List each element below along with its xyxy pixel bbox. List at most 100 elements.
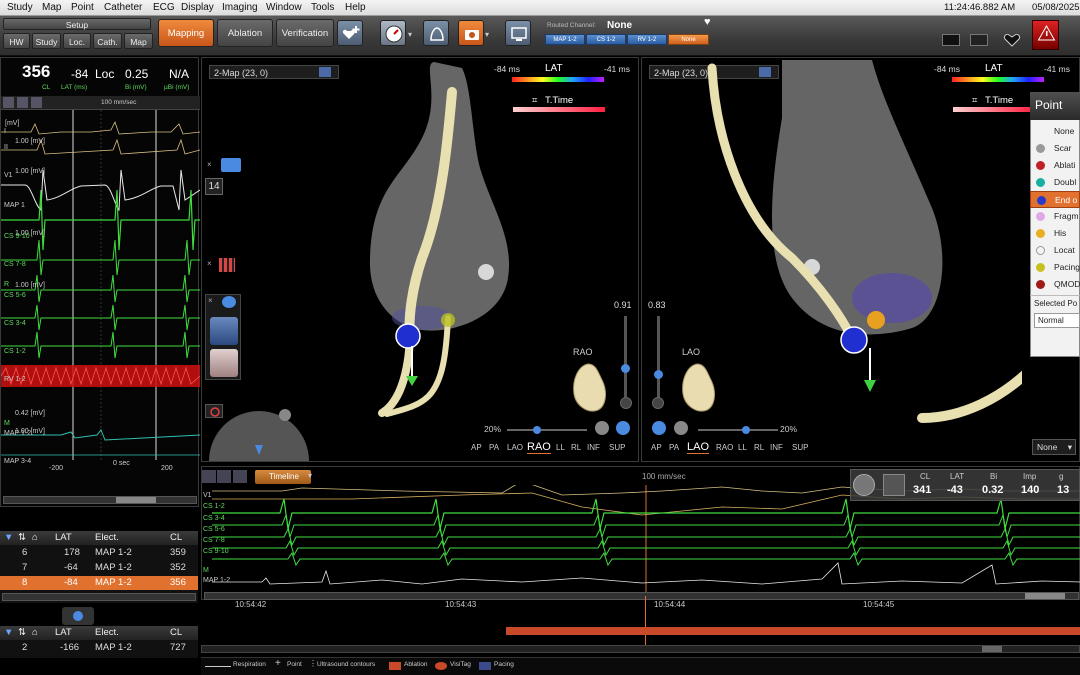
grid-tool[interactable]: × xyxy=(207,258,237,274)
ecg-scrollbar[interactable] xyxy=(3,496,197,504)
menu-window[interactable]: Window xyxy=(266,2,302,13)
map-menu-icon[interactable] xyxy=(319,67,331,77)
view-lao-active[interactable]: LAO xyxy=(687,441,710,454)
view-ll[interactable]: LL xyxy=(738,443,747,452)
heart-plus-icon[interactable] xyxy=(337,20,363,46)
tag-icon[interactable]: ⌂ xyxy=(32,532,38,543)
map-view-right[interactable]: 2-Map (23, 0) -84 ms LAT -41 ms ⌗ T.Time… xyxy=(641,57,1080,462)
point-type-fragm[interactable]: Fragm xyxy=(1030,208,1080,225)
rotate-icon[interactable] xyxy=(595,421,609,435)
scrollbar-thumb[interactable] xyxy=(116,497,156,503)
menu-map[interactable]: Map xyxy=(42,2,61,13)
compass-widget[interactable] xyxy=(207,403,311,461)
gauge-icon[interactable] xyxy=(380,20,406,46)
menu-imaging[interactable]: Imaging xyxy=(222,2,258,13)
scrollbar-thumb[interactable] xyxy=(982,646,1002,652)
catheter-icon[interactable] xyxy=(221,158,241,172)
time-cursor[interactable] xyxy=(645,596,646,646)
view-ap[interactable]: AP xyxy=(651,443,662,452)
orientation-heart-icon[interactable] xyxy=(566,360,610,416)
sort-icon[interactable]: ⇅ xyxy=(18,532,26,543)
settings-icon[interactable] xyxy=(233,470,247,483)
table-row[interactable]: 2 -166 MAP 1-2 727 xyxy=(0,641,198,655)
view-rl[interactable]: RL xyxy=(754,443,764,452)
routed-chip-cs[interactable]: CS 1-2 xyxy=(586,34,626,45)
camera-icon[interactable] xyxy=(458,20,484,46)
point-type-double[interactable]: Doubl xyxy=(1030,174,1080,191)
point-type-ablation[interactable]: Ablati xyxy=(1030,157,1080,174)
cath-button[interactable]: Cath. xyxy=(93,33,122,49)
map-button[interactable]: Map xyxy=(124,33,153,49)
col-elect[interactable]: Elect. xyxy=(95,627,119,638)
loc-button[interactable]: Loc. xyxy=(63,33,91,49)
heart-points-icon[interactable] xyxy=(210,349,238,377)
menu-display[interactable]: Display xyxy=(181,2,214,13)
verification-mode-button[interactable]: Verification xyxy=(276,19,334,47)
opacity-slider[interactable] xyxy=(654,316,663,406)
table-row[interactable]: 6 178 MAP 1-2 359 xyxy=(0,546,198,560)
menu-catheter[interactable]: Catheter xyxy=(104,2,142,13)
view-rao-active[interactable]: RAO xyxy=(527,441,551,454)
view-pa[interactable]: PA xyxy=(669,443,679,452)
orientation-heart-icon[interactable] xyxy=(675,360,719,416)
menu-point[interactable]: Point xyxy=(71,2,94,13)
crosshair-icon[interactable] xyxy=(853,474,875,496)
point-type-qmod[interactable]: QMOD xyxy=(1030,276,1080,293)
close-icon[interactable]: × xyxy=(207,259,212,268)
close-icon[interactable]: × xyxy=(207,160,212,169)
point-type-location[interactable]: Locat xyxy=(1030,242,1080,259)
chevron-down-icon[interactable]: ▾ xyxy=(485,30,489,39)
view-sup[interactable]: SUP xyxy=(609,443,625,452)
table-row-selected[interactable]: 8 -84 MAP 1-2 356 xyxy=(0,576,198,590)
heart-map-3d[interactable] xyxy=(702,58,1022,458)
chevron-down-icon[interactable] xyxy=(652,397,664,409)
slider-thumb[interactable] xyxy=(654,370,663,379)
menu-tools[interactable]: Tools xyxy=(311,2,334,13)
rotate-icon[interactable] xyxy=(674,421,688,435)
col-lat[interactable]: LAT xyxy=(55,627,72,638)
monitor-icon[interactable] xyxy=(505,20,531,46)
point-type-pacing[interactable]: Pacing xyxy=(1030,259,1080,276)
timeline-scrollbar[interactable] xyxy=(204,592,1079,600)
view-dropdown[interactable]: None ▾ xyxy=(1032,439,1076,455)
menu-ecg[interactable]: ECG xyxy=(153,2,175,13)
tag-icon[interactable]: ⌂ xyxy=(32,627,38,638)
ablation-mode-button[interactable]: Ablation xyxy=(217,19,273,47)
zoom-icon[interactable] xyxy=(217,470,231,483)
slider-thumb[interactable] xyxy=(742,426,750,434)
point-type-none[interactable]: None xyxy=(1030,123,1080,140)
time-scrollbar[interactable] xyxy=(201,645,1080,653)
slider-thumb[interactable] xyxy=(621,364,630,373)
gear-icon[interactable] xyxy=(222,296,236,308)
filter-icon[interactable]: ▼ xyxy=(4,627,13,638)
opacity-slider[interactable] xyxy=(621,316,630,406)
waveform-icon[interactable] xyxy=(3,97,14,108)
shell-toggle-icon[interactable] xyxy=(210,317,238,345)
mapping-mode-button[interactable]: Mapping xyxy=(158,19,214,47)
zoom-slider[interactable] xyxy=(507,426,587,434)
view-inf[interactable]: INF xyxy=(770,443,783,452)
reset-view-icon[interactable] xyxy=(652,421,666,435)
point-type-end-selected[interactable]: End o xyxy=(1030,191,1080,208)
reset-view-icon[interactable] xyxy=(616,421,630,435)
col-cl[interactable]: CL xyxy=(170,532,182,543)
zoom-slider[interactable] xyxy=(698,426,778,434)
point-type-his[interactable]: His xyxy=(1030,225,1080,242)
hw-button[interactable]: HW xyxy=(3,33,30,49)
table-scrollbar[interactable] xyxy=(2,593,196,601)
map-shell-icon[interactable] xyxy=(423,20,449,46)
globe-icon[interactable] xyxy=(62,607,94,625)
col-cl[interactable]: CL xyxy=(170,627,182,638)
cursor-icon[interactable] xyxy=(202,470,216,483)
view-ap[interactable]: AP xyxy=(471,443,482,452)
view-lao[interactable]: LAO xyxy=(507,443,523,452)
col-lat[interactable]: LAT xyxy=(55,532,72,543)
filter-icon[interactable]: ▼ xyxy=(4,532,13,543)
sort-icon[interactable]: ⇅ xyxy=(18,627,26,638)
setup-button[interactable]: Setup xyxy=(3,18,151,30)
view-inf[interactable]: INF xyxy=(587,443,600,452)
view-ll[interactable]: LL xyxy=(556,443,565,452)
chevron-down-icon[interactable]: ▾ xyxy=(308,471,312,480)
timeline-button[interactable]: Timeline xyxy=(255,470,311,484)
col-elect[interactable]: Elect. xyxy=(95,532,119,543)
